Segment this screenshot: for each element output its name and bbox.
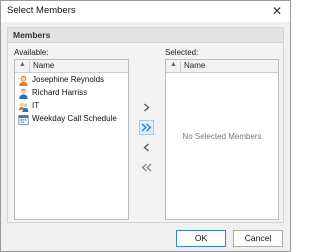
list-item[interactable]: IT [16,100,126,113]
calendar-icon [18,115,29,125]
empty-state-text: No Selected Members [182,132,262,141]
dialog-title: Select Members [7,5,76,16]
members-group-header: Members [8,28,283,43]
selected-label: Selected: [165,48,199,57]
sort-asc-icon[interactable]: ▲ [170,61,177,68]
double-chevron-right-icon [141,123,152,132]
add-all-button[interactable] [139,120,154,135]
cancel-button[interactable]: Cancel [233,230,283,247]
select-members-dialog: Select Members ✕ Members Available: Sele… [0,0,291,252]
selected-list-header: ▲ Name [166,60,278,73]
list-item[interactable]: Weekday Call Schedule [16,113,126,126]
ok-button[interactable]: OK [176,230,226,247]
remove-all-button[interactable] [139,160,154,175]
title-bar: Select Members ✕ [1,1,290,22]
column-divider [180,61,181,72]
selected-name-column[interactable]: Name [184,61,205,70]
chevron-right-icon [144,103,150,112]
add-selected-button[interactable] [139,100,154,115]
list-item[interactable]: Richard Harriss [16,87,126,100]
available-list[interactable]: ▲ Name Josephine Reynolds Richard Harris… [14,59,129,220]
group-icon [18,102,29,112]
column-divider [29,61,30,72]
chevron-left-icon [143,143,149,152]
close-icon[interactable]: ✕ [270,4,284,18]
sort-asc-icon[interactable]: ▲ [19,61,26,68]
remove-selected-button[interactable] [139,140,154,155]
double-chevron-left-icon [141,163,152,172]
available-list-header: ▲ Name [15,60,128,73]
members-group: Members Available: Selected: ▲ Name Jose… [7,27,284,223]
available-label: Available: [14,48,49,57]
selected-list[interactable]: ▲ Name No Selected Members [165,59,279,220]
available-name-column[interactable]: Name [33,61,54,70]
members-group-title: Members [13,30,51,40]
male-user-icon [19,89,28,99]
list-item[interactable]: Josephine Reynolds [16,74,126,87]
female-user-icon [19,75,28,86]
